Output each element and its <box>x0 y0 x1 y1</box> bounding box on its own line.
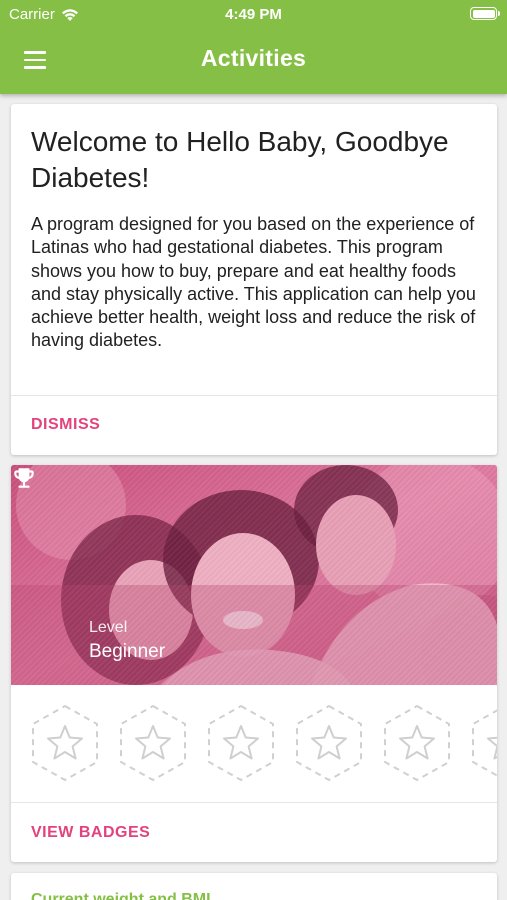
level-card: Level Beginner VIEW BADGES <box>11 465 497 862</box>
status-bar: Carrier 4:49 PM <box>0 0 507 28</box>
divider <box>11 395 497 396</box>
toolbar: Activities <box>0 28 507 94</box>
welcome-card: Welcome to Hello Baby, Goodbye Diabetes!… <box>11 104 497 455</box>
badge-locked-icon[interactable] <box>205 703 277 783</box>
badge-locked-icon[interactable] <box>29 703 101 783</box>
battery-icon <box>470 7 500 20</box>
weight-card-title: Current weight and BMI <box>31 891 211 900</box>
welcome-title: Welcome to Hello Baby, Goodbye Diabetes! <box>31 126 449 193</box>
level-label: Level <box>89 619 128 636</box>
trophy-icon <box>14 468 34 488</box>
page-title: Activities <box>200 45 307 71</box>
level-hero-image: Level Beginner <box>11 465 497 685</box>
badge-row <box>11 703 497 783</box>
badge-locked-icon[interactable] <box>293 703 365 783</box>
badge-locked-icon[interactable] <box>117 703 189 783</box>
dismiss-button[interactable]: DISMISS <box>31 416 100 434</box>
weight-card: Current weight and BMI <box>11 873 497 900</box>
welcome-body: A program designed for you based on the … <box>31 214 476 351</box>
view-badges-button[interactable]: VIEW BADGES <box>31 824 150 842</box>
badge-locked-icon[interactable] <box>381 703 453 783</box>
divider <box>11 802 497 803</box>
badge-locked-icon[interactable] <box>469 703 497 783</box>
app-bar: Carrier 4:49 PM Activities <box>0 0 507 94</box>
level-value: Beginner <box>89 641 166 662</box>
status-time: 4:49 PM <box>225 6 282 23</box>
